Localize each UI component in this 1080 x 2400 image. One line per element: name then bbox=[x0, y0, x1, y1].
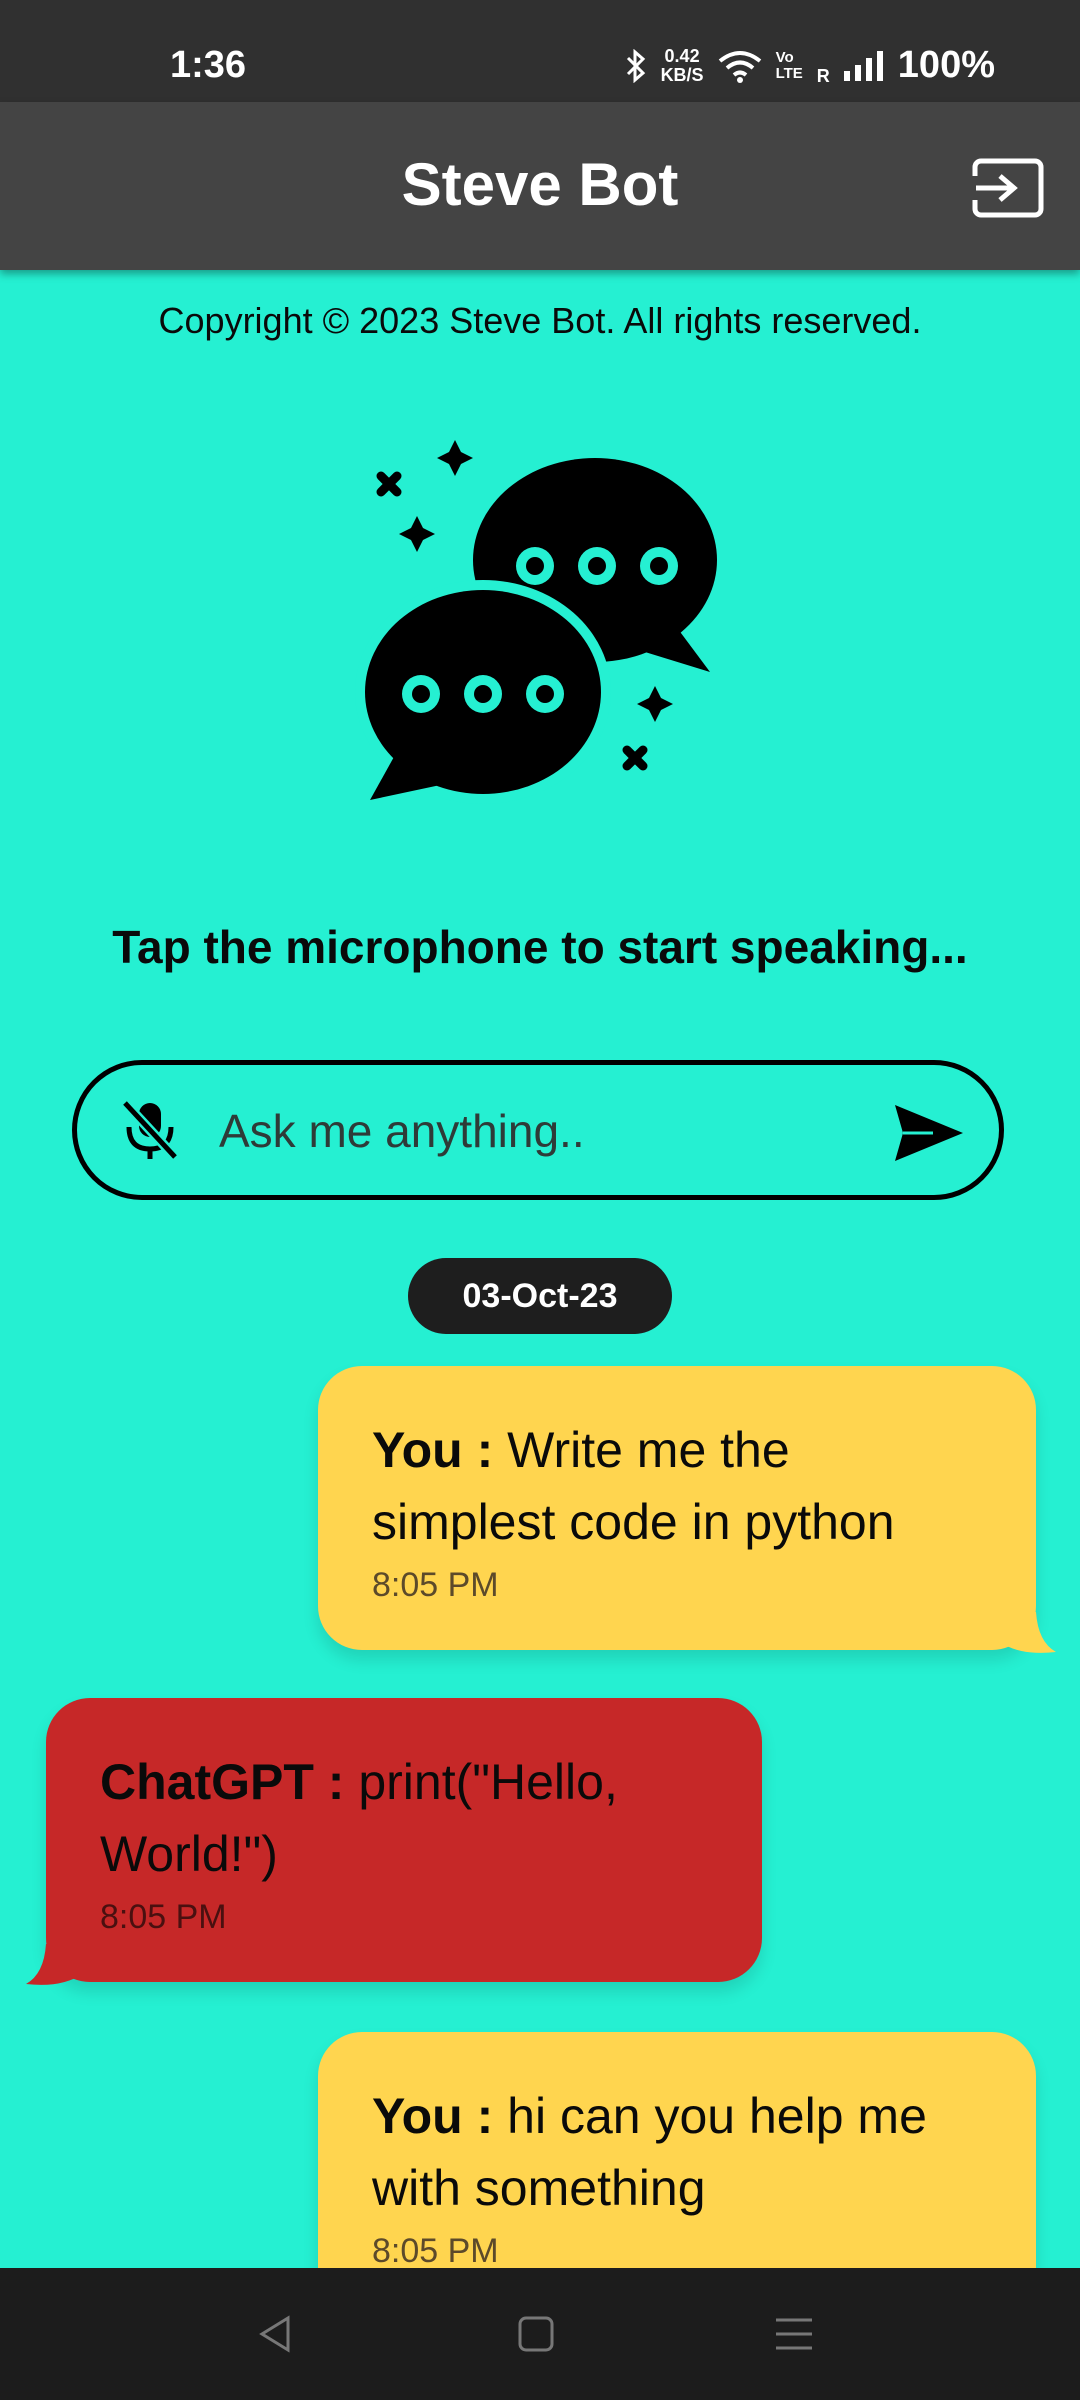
message-input-bar bbox=[72, 1060, 1004, 1200]
volte-bottom: LTE bbox=[775, 64, 803, 82]
net-speed: 0.42 KB/S bbox=[660, 45, 704, 85]
logout-icon[interactable] bbox=[972, 158, 1044, 218]
bot-message-bubble: ChatGPT : print("Hello, World!") 8:05 PM bbox=[46, 1698, 762, 1982]
message-time: 8:05 PM bbox=[372, 1566, 499, 1604]
send-icon[interactable] bbox=[893, 1103, 965, 1163]
volte-top: Vo bbox=[775, 48, 794, 66]
volte-indicator: Vo LTE bbox=[775, 48, 803, 82]
bot-bubble-tail bbox=[26, 1944, 82, 1985]
ask-input[interactable] bbox=[217, 1095, 941, 1167]
bluetooth-icon bbox=[626, 48, 645, 83]
status-bar: 1:36 0.42 KB/S Vo LTE R 100% bbox=[0, 0, 1080, 102]
battery-level: 100% bbox=[897, 44, 995, 86]
message-time: 8:05 PM bbox=[100, 1898, 227, 1936]
system-nav-bar bbox=[0, 2268, 1080, 2400]
message-text: You : hi can you help me with something bbox=[372, 2080, 982, 2224]
message-time: 8:05 PM bbox=[372, 2232, 499, 2270]
message-speaker: You : bbox=[372, 2088, 494, 2144]
recents-menu-icon[interactable] bbox=[772, 2312, 816, 2356]
date-separator: 03-Oct-23 bbox=[408, 1258, 672, 1334]
message-speaker: You : bbox=[372, 1422, 494, 1478]
status-time: 1:36 bbox=[170, 44, 247, 86]
back-icon[interactable] bbox=[254, 2312, 298, 2356]
mic-off-icon[interactable] bbox=[117, 1097, 183, 1163]
app-title: Steve Bot bbox=[401, 151, 679, 218]
status-icons: 0.42 KB/S Vo LTE R 100% bbox=[625, 44, 995, 87]
hint-text: Tap the microphone to start speaking... bbox=[112, 921, 968, 973]
chat-bubbles-icon bbox=[355, 440, 717, 804]
net-speed-value: 0.42 bbox=[664, 45, 700, 66]
roaming-indicator: R bbox=[816, 66, 830, 86]
copyright-text: Copyright © 2023 Steve Bot. All rights r… bbox=[158, 300, 922, 341]
user-message-bubble: You : Write me the simplest code in pyth… bbox=[318, 1366, 1036, 1650]
message-text: ChatGPT : print("Hello, World!") bbox=[100, 1746, 708, 1890]
net-speed-unit: KB/S bbox=[660, 64, 704, 85]
home-icon[interactable] bbox=[514, 2312, 558, 2356]
message-text: You : Write me the simplest code in pyth… bbox=[372, 1414, 982, 1558]
signal-icon bbox=[843, 50, 883, 81]
wifi-icon bbox=[718, 50, 761, 83]
app-bar: Steve Bot bbox=[0, 102, 1080, 270]
user-bubble-tail bbox=[1000, 1612, 1056, 1653]
message-speaker: ChatGPT : bbox=[100, 1754, 345, 1810]
